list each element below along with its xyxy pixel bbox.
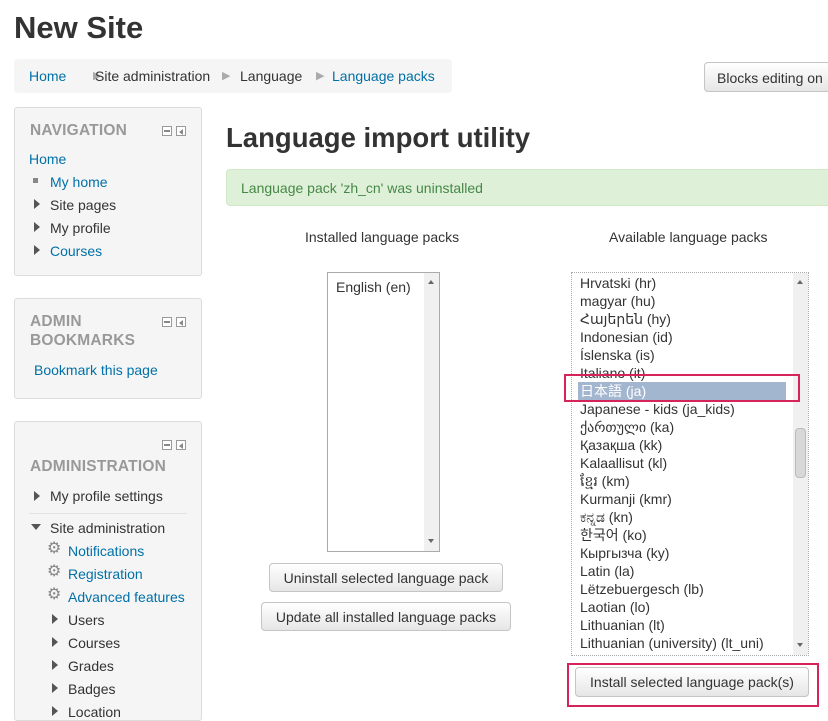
- available-option[interactable]: 日本語 (ja): [578, 382, 786, 400]
- admin-bookmarks-title: ADMIN: [30, 313, 82, 330]
- available-languages-list[interactable]: Lithuanian (university) (lt_uni) Lithuani…: [571, 272, 809, 656]
- collapse-icon[interactable]: [162, 440, 172, 450]
- installed-languages-list[interactable]: English (en): [327, 272, 440, 552]
- scrollbar[interactable]: [424, 273, 439, 551]
- available-option[interactable]: Қазақша (kk): [580, 436, 662, 454]
- bullet-icon: [33, 178, 38, 183]
- administration-title: ADMINISTRATION: [30, 458, 166, 475]
- available-option[interactable]: Italiano (it): [580, 364, 645, 382]
- available-option[interactable]: Hrvatski (hr): [580, 274, 656, 292]
- admin-my-profile-settings[interactable]: My profile settings: [50, 488, 163, 505]
- available-option[interactable]: Kurmanji (kmr): [580, 490, 672, 508]
- available-option[interactable]: Laotian (lo): [580, 598, 650, 616]
- available-option[interactable]: Indonesian (id): [580, 328, 673, 346]
- breadcrumb-language-packs[interactable]: Language packs: [332, 68, 435, 85]
- available-option[interactable]: Latin (la): [580, 562, 634, 580]
- admin-registration[interactable]: Registration: [68, 566, 143, 583]
- available-option[interactable]: ខ្មែរ (km): [580, 472, 630, 490]
- available-heading: Available language packs: [609, 229, 768, 245]
- breadcrumb-site-administration[interactable]: Site administration: [95, 68, 210, 85]
- divider: [29, 513, 187, 514]
- dock-icon[interactable]: [176, 126, 186, 136]
- update-languages-button[interactable]: Update all installed language packs: [261, 602, 511, 631]
- available-option[interactable]: 한국어 (ko): [580, 526, 647, 544]
- available-option[interactable]: ქართული (ka): [580, 418, 674, 436]
- blocks-editing-button[interactable]: Blocks editing on: [704, 62, 828, 92]
- administration-block: ADMINISTRATION My profile settings Site …: [14, 421, 202, 721]
- installed-heading: Installed language packs: [305, 229, 460, 245]
- available-option[interactable]: magyar (hu): [580, 292, 655, 310]
- breadcrumb-home[interactable]: Home: [29, 68, 66, 85]
- admin-bookmarks-block: ADMIN BOOKMARKS Bookmark this page: [14, 298, 202, 399]
- available-option[interactable]: Кыргызча (ky): [580, 544, 669, 562]
- breadcrumb: Home ▶ Site administration ▶ Language ▶ …: [14, 59, 452, 93]
- admin-badges[interactable]: Badges: [68, 681, 115, 698]
- success-notice: Language pack 'zh_cn' was uninstalled: [226, 169, 828, 206]
- available-option[interactable]: Lithuanian (lt): [580, 616, 665, 634]
- available-option[interactable]: Japanese - kids (ja_kids): [580, 400, 735, 418]
- navigation-title: NAVIGATION: [30, 122, 128, 139]
- available-option[interactable]: Հայերեն (hy): [580, 310, 671, 328]
- dock-icon[interactable]: [176, 317, 186, 327]
- scrollbar-thumb[interactable]: [795, 428, 806, 478]
- admin-bookmarks-title-line2: BOOKMARKS: [30, 332, 136, 349]
- admin-advanced-features[interactable]: Advanced features: [68, 589, 185, 606]
- gear-icon: ⚙: [47, 563, 62, 580]
- breadcrumb-language[interactable]: Language: [240, 68, 302, 85]
- expand-arrow-icon[interactable]: [34, 245, 40, 255]
- nav-my-home[interactable]: My home: [50, 174, 108, 191]
- expand-arrow-icon[interactable]: [52, 637, 58, 647]
- available-option[interactable]: Lithuanian (university) (lt_uni): [580, 634, 764, 652]
- scroll-up-icon[interactable]: [428, 280, 434, 284]
- expand-arrow-icon[interactable]: [52, 683, 58, 693]
- uninstall-language-button[interactable]: Uninstall selected language pack: [269, 563, 503, 592]
- scroll-down-icon[interactable]: [797, 643, 803, 647]
- collapse-arrow-icon[interactable]: [31, 524, 41, 530]
- expand-arrow-icon[interactable]: [34, 199, 40, 209]
- available-option[interactable]: ಕನ್ನಡ (kn): [580, 508, 633, 526]
- nav-site-pages[interactable]: Site pages: [50, 197, 116, 214]
- installed-option[interactable]: English (en): [336, 278, 411, 296]
- scroll-up-icon[interactable]: [797, 280, 803, 284]
- available-option[interactable]: Íslenska (is): [580, 346, 655, 364]
- admin-courses[interactable]: Courses: [68, 635, 120, 652]
- notice-text: Language pack 'zh_cn' was uninstalled: [241, 180, 483, 196]
- admin-location[interactable]: Location: [68, 704, 121, 721]
- available-option[interactable]: Kalaallisut (kl): [580, 454, 667, 472]
- navigation-block: NAVIGATION Home My home Site pages My pr…: [14, 107, 202, 276]
- install-language-button[interactable]: Install selected language pack(s): [575, 667, 809, 697]
- expand-arrow-icon[interactable]: [52, 660, 58, 670]
- nav-my-profile[interactable]: My profile: [50, 220, 111, 237]
- breadcrumb-separator-icon: ▶: [316, 70, 325, 82]
- page-title: Language import utility: [226, 122, 531, 153]
- collapse-icon[interactable]: [162, 317, 172, 327]
- site-title: New Site: [14, 10, 144, 45]
- expand-arrow-icon[interactable]: [52, 706, 58, 716]
- admin-notifications[interactable]: Notifications: [68, 543, 144, 560]
- gear-icon: ⚙: [47, 540, 62, 557]
- admin-grades[interactable]: Grades: [68, 658, 114, 675]
- expand-arrow-icon[interactable]: [52, 614, 58, 624]
- bookmark-this-page-link[interactable]: Bookmark this page: [34, 362, 158, 379]
- nav-courses[interactable]: Courses: [50, 243, 102, 260]
- collapse-icon[interactable]: [162, 126, 172, 136]
- expand-arrow-icon[interactable]: [34, 222, 40, 232]
- expand-arrow-icon[interactable]: [34, 491, 40, 501]
- admin-users[interactable]: Users: [68, 612, 105, 629]
- breadcrumb-separator-icon: ▶: [222, 70, 231, 82]
- available-option[interactable]: Lëtzebuergesch (lb): [580, 580, 704, 598]
- nav-home[interactable]: Home: [29, 151, 66, 168]
- admin-site-administration[interactable]: Site administration: [50, 520, 165, 537]
- gear-icon: ⚙: [47, 586, 62, 603]
- dock-icon[interactable]: [176, 440, 186, 450]
- scroll-down-icon[interactable]: [428, 539, 434, 543]
